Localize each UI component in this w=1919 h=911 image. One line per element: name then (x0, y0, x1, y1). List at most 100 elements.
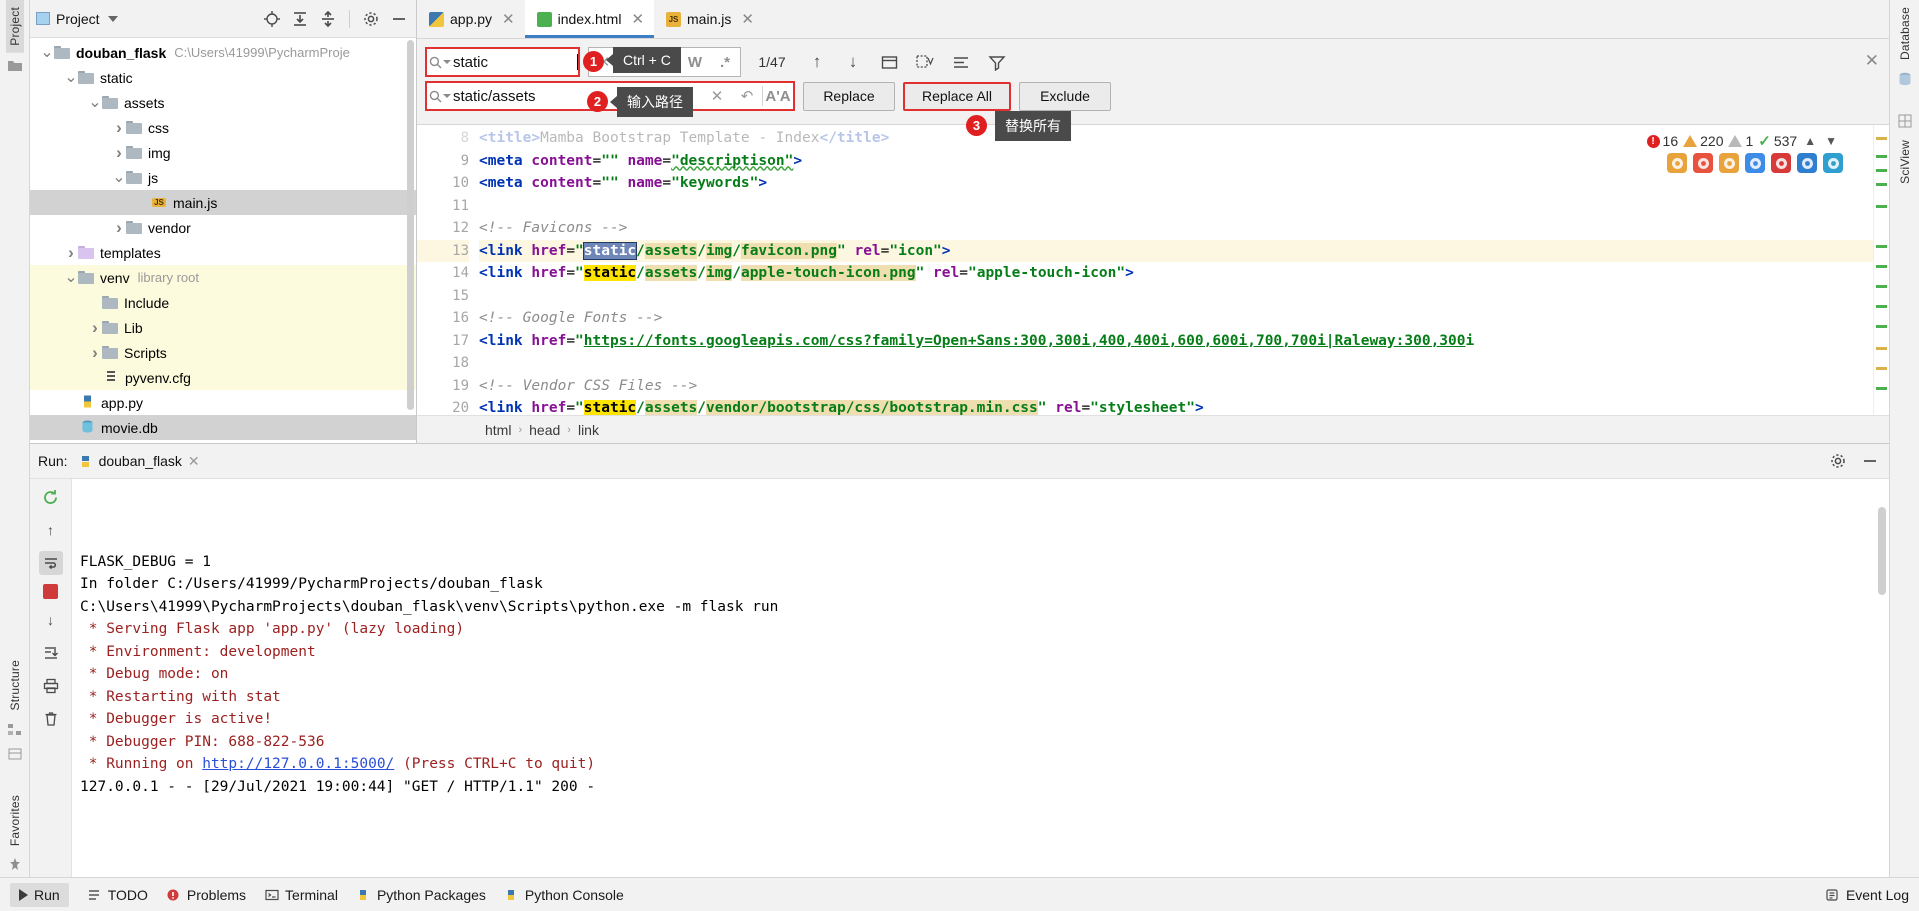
tree-node-lib[interactable]: › Lib (30, 315, 416, 340)
code-line[interactable]: <meta content="" name="descriptison"> (479, 150, 1873, 173)
chrome-browser-icon[interactable] (1693, 153, 1713, 173)
tree-node-vendor[interactable]: › vendor (30, 215, 416, 240)
breadcrumb[interactable]: html › head › link (417, 415, 1889, 443)
tree-node-templates[interactable]: › templates (30, 240, 416, 265)
sidebar-item-structure[interactable]: Structure (6, 653, 24, 718)
status-item-python-packages[interactable]: Python Packages (356, 887, 486, 903)
hide-run-panel-icon[interactable] (1859, 450, 1881, 472)
whole-words-toggle[interactable]: W (680, 48, 710, 76)
chevron-down-icon[interactable]: ▼ (1823, 134, 1839, 148)
scroll-down-icon[interactable]: ↓ (39, 608, 63, 632)
scroll-up-icon[interactable]: ↑ (39, 518, 63, 542)
chevron-right-icon[interactable]: › (88, 343, 102, 363)
chevron-down-icon[interactable] (107, 15, 118, 22)
chevron-down-icon[interactable]: ⌄ (40, 44, 54, 60)
breadcrumb-item-html[interactable]: html (485, 422, 511, 438)
search-input-wrapper[interactable]: static (425, 47, 580, 77)
run-settings-gear-icon[interactable] (1827, 450, 1849, 472)
chevron-right-icon[interactable]: › (88, 318, 102, 338)
tree-node-movie-db[interactable]: movie.db (30, 415, 416, 440)
search-input[interactable]: static (453, 54, 577, 71)
tree-node-pyvenv-cfg[interactable]: pyvenv.cfg (30, 365, 416, 390)
chevron-up-icon[interactable]: ▲ (1802, 134, 1818, 148)
chevron-right-icon[interactable]: › (112, 118, 126, 138)
status-item-event-log[interactable]: Event Log (1825, 887, 1909, 903)
filter-icon[interactable] (983, 48, 1011, 76)
close-tab-icon[interactable]: ✕ (741, 10, 754, 28)
chevron-down-icon[interactable]: ⌄ (64, 69, 78, 85)
tree-scrollbar[interactable] (407, 40, 414, 410)
code-editor[interactable]: 89101112131415161718192021 <title>Mamba … (417, 125, 1889, 415)
tree-node-img[interactable]: › img (30, 140, 416, 165)
regex-toggle[interactable]: .* (710, 48, 740, 76)
tree-node-douban-flask[interactable]: ⌄ douban_flask C:\Users\41999\PycharmProje (30, 40, 416, 65)
chevron-right-icon[interactable]: › (112, 143, 126, 163)
edge-chromium-browser-icon[interactable] (1823, 153, 1843, 173)
rerun-icon[interactable] (39, 485, 63, 509)
in-selection-icon[interactable] (947, 48, 975, 76)
close-tab-icon[interactable]: ✕ (631, 10, 644, 28)
exclude-button[interactable]: Exclude (1019, 81, 1111, 111)
multiline-replace-icon[interactable]: ↶ (732, 82, 762, 110)
warning-count[interactable]: 220 (1683, 133, 1723, 149)
tree-node-main-js[interactable]: JS main.js (30, 190, 416, 215)
weak-warning-count[interactable]: 1 (1728, 133, 1753, 149)
close-find-icon[interactable]: ✕ (1865, 51, 1879, 71)
code-line[interactable]: <link href="static/assets/img/apple-touc… (479, 262, 1873, 285)
chevron-down-icon[interactable]: ⌄ (64, 269, 78, 285)
collapse-all-icon[interactable] (317, 8, 339, 30)
status-item-todo[interactable]: TODO (87, 887, 148, 903)
sidebar-item-favorites[interactable]: Favorites (6, 788, 24, 853)
clear-all-icon[interactable] (39, 707, 63, 731)
safari-browser-icon[interactable] (1745, 153, 1765, 173)
clear-replace-icon[interactable]: ✕ (702, 82, 732, 110)
select-all-occurrences-icon[interactable] (911, 48, 939, 76)
code-line[interactable] (479, 352, 1873, 375)
code-line[interactable]: <link href="static/assets/vendor/bootstr… (479, 397, 1873, 415)
status-item-problems[interactable]: Problems (166, 887, 246, 903)
sidebar-item-database[interactable]: Database (1896, 0, 1914, 67)
chevron-down-icon[interactable]: ⌄ (88, 94, 102, 110)
soft-wrap-icon[interactable] (38, 551, 63, 575)
sidebar-item-sciview[interactable]: SciView (1896, 133, 1914, 191)
hide-panel-icon[interactable] (388, 8, 410, 30)
code-line[interactable] (479, 285, 1873, 308)
ie-browser-icon[interactable] (1667, 153, 1687, 173)
next-match-icon[interactable]: ↓ (839, 48, 867, 76)
run-config-tab[interactable]: douban_flask ✕ (78, 453, 200, 470)
chevron-right-icon[interactable]: › (64, 243, 78, 263)
editor-tab-app-py[interactable]: app.py ✕ (417, 0, 525, 38)
replace-button[interactable]: Replace (803, 81, 895, 111)
ok-count[interactable]: ✓ 537 (1758, 132, 1797, 150)
tree-node-static[interactable]: ⌄ static (30, 65, 416, 90)
opera-browser-icon[interactable] (1771, 153, 1791, 173)
code-line[interactable]: <meta content="" name="keywords"> (479, 172, 1873, 195)
code-line[interactable]: <!-- Favicons --> (479, 217, 1873, 240)
tree-node-js[interactable]: ⌄ js (30, 165, 416, 190)
code-line[interactable]: <!-- Google Fonts --> (479, 307, 1873, 330)
gear-icon[interactable] (360, 8, 382, 30)
tree-node-assets[interactable]: ⌄ assets (30, 90, 416, 115)
close-run-tab-icon[interactable]: ✕ (188, 453, 200, 470)
grid-icon[interactable] (7, 746, 23, 762)
print-icon[interactable] (39, 674, 63, 698)
breadcrumb-item-head[interactable]: head (529, 422, 560, 438)
inspection-status-widget[interactable]: ! 16 220 1 ✓ 537 ▲ ▼ (1642, 130, 1843, 152)
open-in-window-icon[interactable] (875, 48, 903, 76)
chevron-right-icon[interactable]: › (112, 218, 126, 238)
error-marker-bar[interactable] (1873, 125, 1889, 415)
prev-match-icon[interactable]: ↑ (803, 48, 831, 76)
project-file-tree[interactable]: ⌄ douban_flask C:\Users\41999\PycharmProje… (30, 38, 416, 443)
code-line[interactable]: <link href="static/assets/img/favicon.pn… (479, 239, 1873, 262)
editor-tab-index-html[interactable]: index.html ✕ (524, 0, 655, 38)
locate-file-icon[interactable] (261, 8, 283, 30)
tree-node-css[interactable]: › css (30, 115, 416, 140)
firefox-browser-icon[interactable] (1719, 153, 1739, 173)
editor-tab-main-js[interactable]: JS main.js ✕ (654, 0, 764, 38)
run-console-output[interactable]: FLASK_DEBUG = 1 In folder C:/Users/41999/… (72, 479, 1889, 911)
expand-all-icon[interactable] (289, 8, 311, 30)
status-run-button[interactable]: Run (10, 882, 69, 907)
tree-node-scripts[interactable]: › Scripts (30, 340, 416, 365)
stop-icon[interactable] (43, 584, 58, 599)
replace-search-icon[interactable] (427, 90, 453, 103)
